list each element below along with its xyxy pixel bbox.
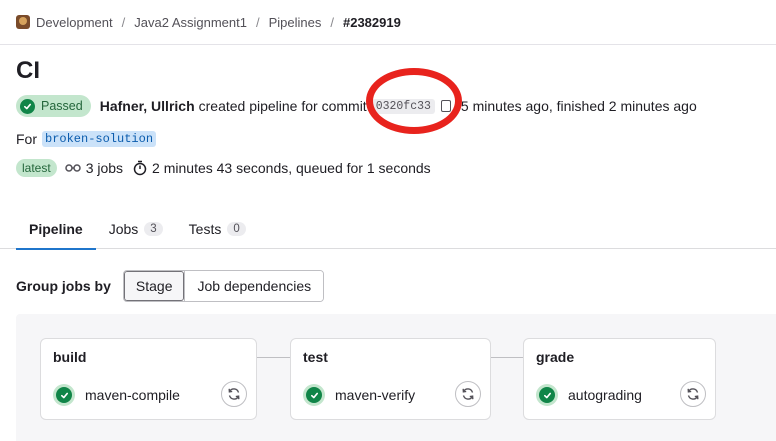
group-jobs-label: Group jobs by [16, 278, 111, 294]
stage-name: grade [536, 349, 575, 365]
stage-connector [257, 357, 290, 358]
tab-label: Jobs [108, 220, 139, 237]
group-jobs-toggle: Stage Job dependencies [122, 270, 325, 302]
ref-prefix: For [16, 131, 37, 147]
job-name[interactable]: autograding [568, 387, 642, 403]
pipeline-time-text: 5 minutes ago, finished 2 minutes ago [460, 98, 697, 114]
tab-tests[interactable]: Tests 0 [176, 208, 259, 249]
check-circle-icon [20, 98, 35, 114]
stage-grade: grade autograding [523, 338, 716, 420]
pipeline-tabs: Pipeline Jobs 3 Tests 0 [0, 208, 776, 250]
pipeline-meta-row: latest 3 jobs 2 minutes 43 seconds, queu… [16, 158, 431, 178]
retry-icon[interactable] [221, 381, 247, 407]
pipeline-status-row: Passed Hafner, Ullrich created pipeline … [16, 95, 697, 117]
jobs-count-text: 3 jobs [85, 160, 124, 176]
job-maven-verify[interactable]: maven-verify [303, 383, 415, 407]
tab-count-badge: 3 [144, 221, 163, 236]
job-maven-compile[interactable]: maven-compile [53, 383, 180, 407]
stage-name: test [303, 349, 328, 365]
job-name[interactable]: maven-compile [85, 387, 180, 403]
breadcrumb-project[interactable]: Java2 Assignment1 [134, 15, 247, 30]
breadcrumb-separator: / [330, 14, 334, 30]
header-divider [0, 44, 776, 45]
stage-build: build maven-compile [40, 338, 257, 420]
breadcrumb-current-pipeline[interactable]: #2382919 [343, 15, 401, 30]
retry-icon[interactable] [455, 381, 481, 407]
check-circle-icon[interactable] [536, 384, 558, 406]
pipeline-ref-row: For broken-solution [16, 130, 157, 148]
branch-link[interactable]: broken-solution [42, 131, 157, 147]
pipeline-action-text: created pipeline for commit [198, 98, 367, 114]
stage-connector [491, 357, 523, 358]
breadcrumb-development[interactable]: Development [36, 15, 113, 30]
breadcrumb-separator: / [255, 14, 260, 30]
pipeline-icon [64, 162, 81, 174]
tab-jobs[interactable]: Jobs 3 [96, 208, 176, 249]
status-badge[interactable]: Passed [16, 95, 91, 117]
stage-name: build [53, 349, 87, 365]
annotation-circle [366, 68, 462, 134]
project-avatar-icon[interactable] [16, 15, 30, 29]
job-name[interactable]: maven-verify [335, 387, 415, 403]
latest-badge: latest [16, 159, 57, 177]
breadcrumb-pipelines[interactable]: Pipelines [269, 15, 322, 30]
tab-label: Pipeline [29, 220, 83, 237]
breadcrumb: Development / Java2 Assignment1 / Pipeli… [16, 12, 401, 32]
stage-test: test maven-verify [290, 338, 491, 420]
job-autograding[interactable]: autograding [536, 383, 642, 407]
tab-pipeline[interactable]: Pipeline [16, 208, 96, 250]
retry-icon[interactable] [680, 381, 706, 407]
group-jobs-control: Group jobs by Stage Job dependencies [16, 270, 325, 302]
check-circle-icon[interactable] [303, 384, 325, 406]
tab-count-badge: 0 [227, 221, 246, 236]
breadcrumb-separator: / [121, 14, 126, 30]
page-title: CI [16, 57, 40, 84]
pipeline-author[interactable]: Hafner, Ullrich [100, 98, 195, 114]
duration-text: 2 minutes 43 seconds, queued for 1 secon… [152, 160, 431, 176]
tab-label: Tests [188, 220, 222, 237]
group-by-dependencies-button[interactable]: Job dependencies [184, 271, 324, 301]
timer-icon [133, 160, 147, 176]
check-circle-icon[interactable] [53, 384, 75, 406]
status-badge-label: Passed [41, 99, 83, 113]
group-by-stage-button[interactable]: Stage [123, 271, 185, 301]
pipeline-graph: build maven-compile test maven-verify gr… [16, 314, 776, 441]
